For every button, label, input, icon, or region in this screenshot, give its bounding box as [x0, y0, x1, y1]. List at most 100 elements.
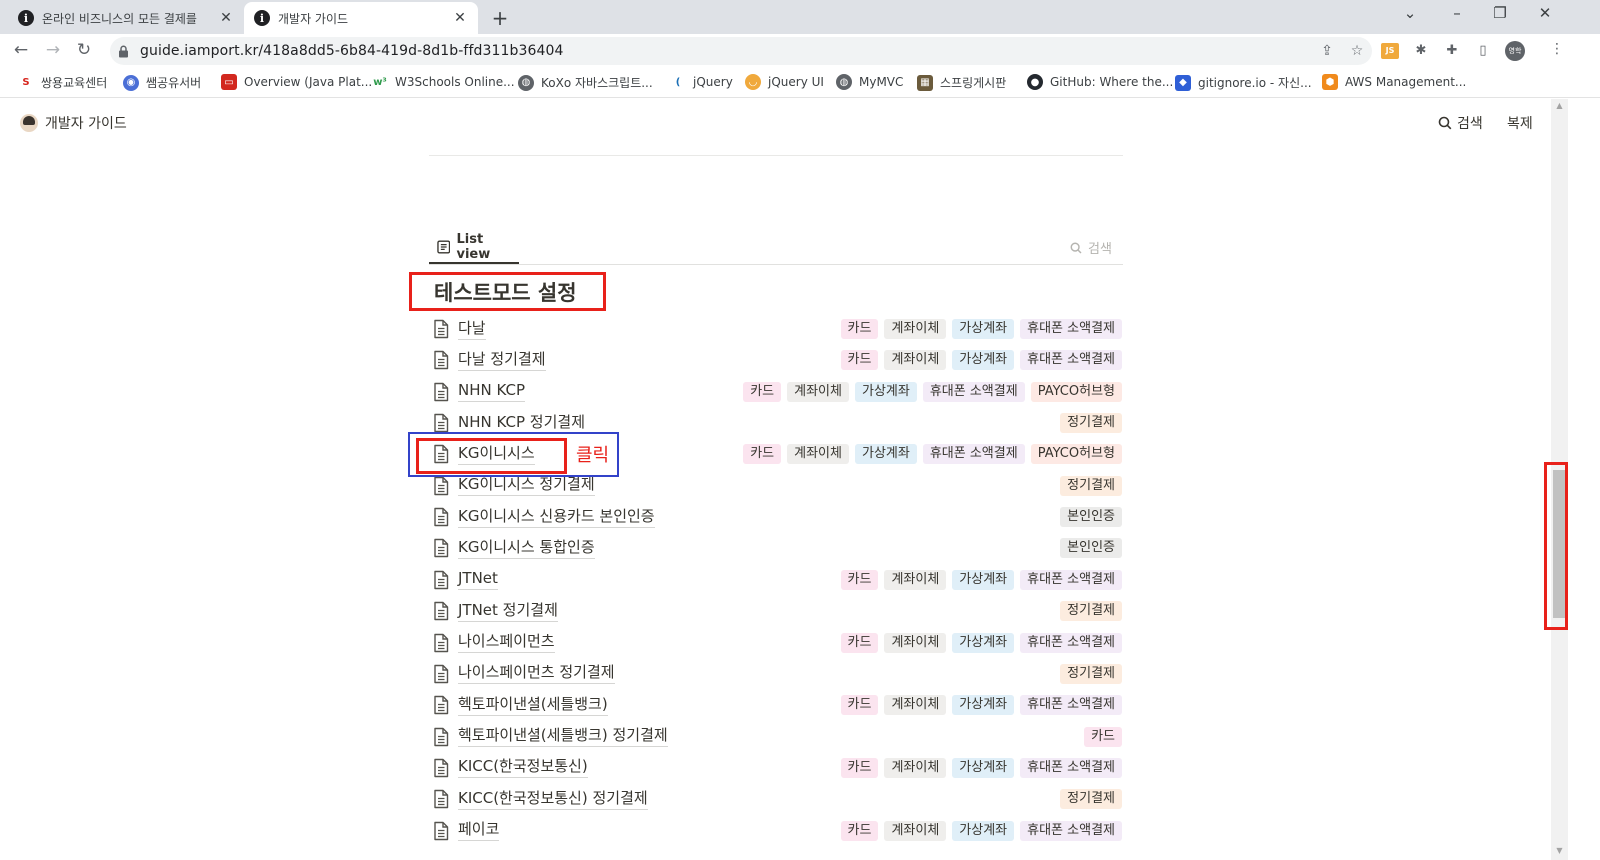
list-item-title[interactable]: NHN KCP 정기결제 [458, 413, 585, 434]
list-item[interactable]: 헥토파이낸셜(세틀뱅크) 정기결제 카드 [432, 723, 1122, 751]
page-icon [432, 821, 450, 841]
tag-badge: 카드 [840, 569, 879, 590]
bookmark-label: Overview (Java Plat... [244, 75, 373, 89]
duplicate-button[interactable]: 복제 [1507, 113, 1533, 133]
browser-tab[interactable]: i 온라인 비즈니스의 모든 결제를 ✕ [8, 2, 244, 34]
reload-icon[interactable]: ↻ [73, 40, 95, 60]
tag-group: 카드 계좌이체 가상계좌 휴대폰 소액결제 [840, 632, 1122, 653]
view-search-placeholder: 검색 [1088, 242, 1112, 257]
list-item-title[interactable]: 헥토파이낸셜(세틀뱅크) [458, 695, 608, 716]
bookmark-label: jQuery UI [768, 75, 824, 89]
gitignore-icon: ◆ [1175, 74, 1191, 91]
list-item-title[interactable]: KICC(한국정보통신) [458, 757, 588, 779]
list-item[interactable]: KG이니시스 신용카드 본인인증 본인인증 [432, 503, 1122, 531]
list-item[interactable]: NHN KCP 카드 계좌이체 가상계좌 휴대폰 소액결제 PAYCO허브형 [432, 378, 1122, 406]
side-panel-icon[interactable]: ▯ [1474, 43, 1492, 59]
tab-search-icon[interactable]: ⌄ [1398, 4, 1422, 22]
bug-extension-icon[interactable]: ✱ [1412, 43, 1430, 59]
tag-badge: 휴대폰 소액결제 [1020, 632, 1122, 653]
list-item-title[interactable]: 페이코 [458, 820, 500, 842]
address-bar[interactable]: guide.iamport.kr/418a8dd5-6b84-419d-8d1b… [110, 37, 1372, 65]
list-item[interactable]: JTNet 정기결제 정기결제 [432, 597, 1122, 625]
list-item-title[interactable]: 다날 정기결제 [458, 350, 546, 371]
info-icon: i [18, 10, 34, 26]
globe-icon: ◉ [123, 74, 139, 91]
list-item[interactable]: 나이스페이먼츠 카드 계좌이체 가상계좌 휴대폰 소액결제 [432, 629, 1122, 657]
view-search[interactable]: 검색 [1070, 238, 1112, 257]
back-icon[interactable]: ← [10, 40, 32, 60]
extensions-puzzle-icon[interactable]: ✚ [1443, 43, 1461, 59]
list-item-title[interactable]: KG이니시스 통합인증 [458, 538, 595, 559]
minimize-icon[interactable]: – [1445, 4, 1469, 22]
list-item-title[interactable]: JTNet [458, 569, 498, 591]
list-item[interactable]: KICC(한국정보통신) 정기결제 정기결제 [432, 785, 1122, 813]
bookmark-item[interactable]: ◡ jQuery UI [745, 74, 824, 90]
tag-group: 정기결제 [1060, 475, 1122, 496]
list-item-title[interactable]: 헥토파이낸셜(세틀뱅크) 정기결제 [458, 726, 668, 748]
list-item-title[interactable]: 다날 [458, 319, 486, 340]
bookmark-item[interactable]: w³ W3Schools Online... [372, 74, 515, 90]
bookmark-item[interactable]: ◆ gitignore.io - 자신... [1175, 74, 1312, 91]
tag-group: 카드 계좌이체 가상계좌 휴대폰 소액결제 [840, 569, 1122, 590]
page-topbar: 개발자 가이드 검색 복제 [0, 99, 1583, 144]
site-title-link[interactable]: 개발자 가이드 [20, 113, 127, 133]
tag-badge: 정기결제 [1060, 413, 1122, 434]
list-item[interactable]: KICC(한국정보통신) 카드 계좌이체 가상계좌 휴대폰 소액결제 [432, 754, 1122, 782]
list-item[interactable]: JTNet 카드 계좌이체 가상계좌 휴대폰 소액결제 [432, 566, 1122, 594]
profile-avatar[interactable]: 영학 [1505, 41, 1525, 61]
list-item-title[interactable]: JTNet 정기결제 [458, 601, 558, 622]
list-item-title[interactable]: 나이스페이먼츠 정기결제 [458, 663, 615, 685]
tag-badge: 가상계좌 [952, 319, 1015, 339]
list-view-tab[interactable]: List view [429, 231, 519, 264]
list-item-title[interactable]: KICC(한국정보통신) 정기결제 [458, 789, 648, 810]
bookmark-item[interactable]: ◍ MyMVC [836, 74, 903, 90]
info-icon: i [254, 10, 270, 26]
list-item-title[interactable]: 나이스페이먼츠 [458, 632, 555, 653]
close-tab-icon[interactable]: ✕ [218, 10, 234, 26]
tag-badge: 카드 [743, 444, 782, 465]
list-item-title[interactable]: KG이니시스 신용카드 본인인증 [458, 507, 655, 528]
bookmark-item[interactable]: ◍ KoXo 자바스크립트... [518, 74, 653, 91]
bookmark-item[interactable]: ▭ Overview (Java Plat... [221, 74, 372, 90]
list-item[interactable]: 페이코 카드 계좌이체 가상계좌 휴대폰 소액결제 [432, 817, 1122, 845]
js-extension-icon[interactable]: JS [1381, 43, 1399, 59]
search-button[interactable]: 검색 [1438, 113, 1483, 133]
tag-group: 정기결제 [1060, 663, 1122, 684]
list-item-title[interactable]: KG이니시스 정기결제 [458, 475, 595, 497]
share-icon[interactable]: ⇪ [1312, 43, 1342, 59]
page-icon [432, 476, 450, 496]
close-tab-icon[interactable]: ✕ [452, 10, 468, 26]
bookmark-item[interactable]: ⬢ AWS Management... [1322, 74, 1466, 90]
browser-tab-active[interactable]: i 개발자 가이드 ✕ [244, 2, 478, 34]
bookmark-item[interactable]: S 쌍용교육센터 [18, 74, 107, 91]
bookmark-item[interactable]: ● GitHub: Where the... [1027, 74, 1173, 90]
scroll-down-icon[interactable]: ▼ [1553, 846, 1566, 855]
tag-badge: 가상계좌 [952, 350, 1015, 371]
list-view-label: List view [456, 231, 491, 262]
bookmark-item[interactable]: ▦ 스프링게시판 [917, 74, 1006, 91]
page-icon [432, 319, 450, 339]
tag-group: 본인인증 [1060, 538, 1122, 559]
tag-group: 정기결제 [1060, 413, 1122, 434]
tag-group: 카드 계좌이체 가상계좌 휴대폰 소액결제 [840, 695, 1122, 716]
list-item[interactable]: 헥토파이낸셜(세틀뱅크) 카드 계좌이체 가상계좌 휴대폰 소액결제 [432, 691, 1122, 719]
tag-badge: 카드 [840, 695, 879, 716]
bookmark-star-icon[interactable]: ☆ [1342, 43, 1372, 59]
bookmark-item[interactable]: ◉ 쌤공유서버 [123, 74, 201, 91]
restore-icon[interactable]: ❐ [1488, 4, 1512, 22]
close-window-icon[interactable]: ✕ [1533, 4, 1557, 22]
search-label: 검색 [1457, 116, 1483, 132]
list-item[interactable]: KG이니시스 통합인증 본인인증 [432, 534, 1122, 562]
menu-kebab-icon[interactable]: ⋮ [1550, 41, 1564, 57]
list-item[interactable]: 다날 정기결제 카드 계좌이체 가상계좌 휴대폰 소액결제 [432, 346, 1122, 374]
bookmark-item[interactable]: (jQuery [670, 74, 733, 90]
list-item[interactable]: 나이스페이먼츠 정기결제 정기결제 [432, 660, 1122, 688]
list-view-icon [437, 240, 451, 253]
tag-badge: 카드 [743, 381, 782, 402]
new-tab-button[interactable]: + [489, 6, 511, 30]
list-item-title[interactable]: NHN KCP [458, 381, 526, 403]
scroll-up-icon[interactable]: ▲ [1553, 101, 1566, 110]
forward-icon[interactable]: → [42, 40, 64, 60]
aws-icon: ⬢ [1322, 74, 1338, 90]
list-item[interactable]: 다날 카드 계좌이체 가상계좌 휴대폰 소액결제 [432, 315, 1122, 343]
